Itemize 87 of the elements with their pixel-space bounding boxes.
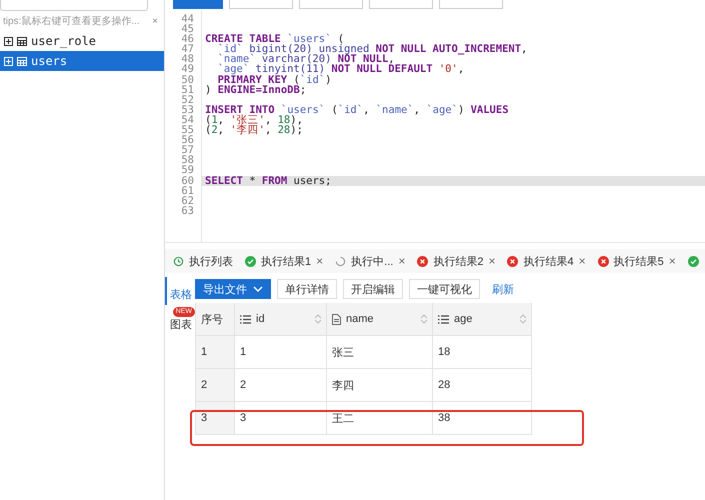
table-cell: 王二 (327, 402, 433, 435)
table-cell: 18 (433, 336, 532, 369)
toolbar-button[interactable]: 一键可视化 (409, 279, 480, 299)
line-number: 62 (180, 196, 195, 206)
code-line: (1, '张三', 18), (204, 114, 304, 126)
column-name: name (346, 313, 374, 325)
result-tab[interactable]: 执行结果1 (261, 254, 312, 268)
success-icon (688, 256, 699, 266)
close-button[interactable]: × (668, 254, 676, 268)
column-header[interactable]: id (235, 303, 327, 336)
line-number: 51 (180, 84, 195, 95)
close-button[interactable]: × (398, 254, 406, 268)
table-icon (17, 56, 27, 66)
column-name: id (256, 313, 265, 325)
sort-icon[interactable] (421, 314, 427, 324)
history-icon (173, 256, 184, 266)
line-number: 55 (180, 125, 195, 136)
spinner-icon (335, 256, 346, 266)
result-tab[interactable]: 执行结果4 (523, 254, 574, 268)
expand-icon[interactable] (4, 36, 13, 46)
line-number: 58 (180, 155, 195, 166)
line-number: 57 (180, 145, 195, 156)
tree-item[interactable]: user_role (0, 31, 164, 51)
line-number: 54 (180, 114, 195, 126)
table-icon (17, 36, 27, 46)
close-button[interactable]: × (578, 254, 586, 268)
row-index: 1 (196, 336, 235, 369)
line-number: 59 (180, 165, 195, 176)
tip-text: tips:鼠标右键可查看更多操作... (3, 14, 140, 28)
column-name: age (454, 313, 472, 325)
line-number: 52 (180, 94, 195, 105)
list-icon (438, 314, 449, 324)
column-header[interactable]: age (433, 303, 532, 336)
table-cell: 张三 (327, 336, 433, 369)
close-button[interactable]: × (488, 254, 496, 268)
line-number: 61 (180, 186, 195, 196)
line-number: 50 (180, 74, 195, 85)
table-cell: 1 (235, 336, 327, 369)
list-icon (240, 314, 251, 324)
error-icon (417, 256, 428, 266)
table-cell: 38 (433, 402, 532, 435)
tree-item[interactable]: users (0, 51, 164, 71)
line-number: 49 (180, 64, 195, 75)
row-index: 2 (196, 369, 235, 402)
close-button[interactable]: × (316, 254, 324, 268)
result-tab[interactable]: 执行结果5 (614, 254, 664, 268)
document-icon (332, 314, 341, 324)
code-line: PRIMARY KEY (`id`) (216, 74, 332, 85)
line-number: 48 (180, 54, 195, 64)
line-number: 53 (180, 104, 195, 115)
result-tab[interactable]: 执行结果2 (433, 254, 484, 268)
line-number: 63 (180, 206, 195, 216)
line-number: 44 (180, 14, 195, 24)
code-line: ) ENGINE=InnoDB; (204, 84, 308, 95)
toolbar-button[interactable]: 单行详情 (277, 279, 337, 299)
sort-icon[interactable] (315, 314, 321, 324)
line-number: 45 (180, 24, 195, 34)
toolbar-button[interactable]: 开启编辑 (343, 279, 403, 299)
success-icon (245, 256, 256, 266)
error-icon (507, 256, 518, 266)
close-button[interactable]: × (152, 16, 158, 26)
row-index: 3 (196, 402, 235, 435)
code-line: `id` bigint(20) unsigned NOT NULL AUTO_INCREMENT, (216, 44, 528, 54)
refresh-link[interactable]: 刷新 (486, 282, 520, 296)
toolbar-button[interactable] (173, 0, 223, 9)
table-cell: 28 (433, 369, 532, 402)
table-cell: 2 (235, 369, 327, 402)
search-field[interactable] (0, 0, 148, 11)
code-line: (2, '李四', 28); (204, 125, 304, 136)
line-number: 56 (180, 135, 195, 146)
line-number: 46 (180, 34, 195, 44)
line-number: 60 (180, 176, 195, 186)
line-number: 47 (180, 44, 195, 54)
code-line: `name` varchar(20) NOT NULL, (216, 54, 395, 64)
code-line: `age` tinyint(11) NOT NULL DEFAULT '0', (216, 64, 466, 75)
error-icon (598, 256, 609, 266)
column-header: 序号 (196, 303, 235, 336)
sort-icon[interactable] (520, 314, 526, 324)
code-line: INSERT INTO `users` (`id`, `name`, `age`) VALUES (204, 104, 510, 115)
result-tab[interactable]: 执行中... (351, 254, 394, 268)
result-tab[interactable]: 执行列表 (189, 254, 233, 268)
code-line: CREATE TABLE `users` ( (204, 34, 344, 44)
column-header[interactable]: name (327, 303, 433, 336)
chevron-down-icon (253, 286, 263, 292)
table-cell: 李四 (327, 369, 433, 402)
export-button[interactable]: 导出文件 (195, 279, 271, 299)
table-cell: 3 (235, 402, 327, 435)
